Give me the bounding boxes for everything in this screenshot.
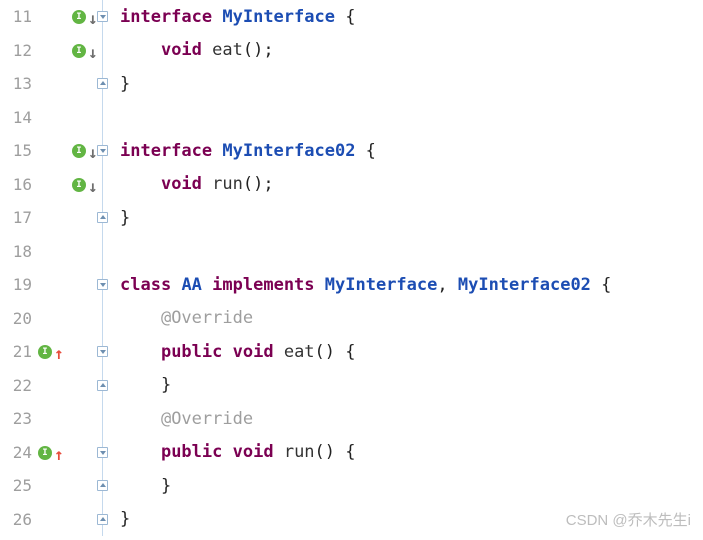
line-number: 19 [0,275,38,294]
arrow-up-icon: ↑ [54,344,64,363]
gutter [38,402,96,436]
fold-gutter [96,503,114,537]
code-content: interface MyInterface02 { [114,141,376,161]
line-number: 20 [0,309,38,328]
gutter [38,268,96,302]
fold-gutter [96,302,114,336]
fold-toggle-icon[interactable] [97,78,108,89]
code-line[interactable]: 16 I ↓ void run(); [0,168,703,202]
gutter: I ↓ [38,134,96,168]
code-content: } [114,509,130,529]
code-content: void eat(); [114,40,274,60]
line-number: 11 [0,7,38,26]
fold-gutter [96,168,114,202]
code-editor[interactable]: 11 I ↓ interface MyInterface { 12 I ↓ vo… [0,0,703,536]
line-number: 17 [0,208,38,227]
gutter [38,67,96,101]
line-number: 21 [0,342,38,361]
fold-gutter [96,369,114,403]
code-line[interactable]: 11 I ↓ interface MyInterface { [0,0,703,34]
fold-gutter [96,436,114,470]
code-line[interactable]: 24 I ↑ public void run() { [0,436,703,470]
fold-gutter [96,34,114,68]
code-line[interactable]: 12 I ↓ void eat(); [0,34,703,68]
implementing-icon[interactable]: I [38,446,52,460]
code-line[interactable]: 23 @Override [0,402,703,436]
fold-gutter [96,402,114,436]
implementing-icon[interactable]: I [38,345,52,359]
code-line[interactable]: 13 } [0,67,703,101]
gutter: I ↑ [38,335,96,369]
gutter [38,503,96,537]
fold-toggle-icon[interactable] [97,145,108,156]
line-number: 23 [0,409,38,428]
code-line[interactable]: 25 } [0,469,703,503]
implemented-icon[interactable]: I [72,44,86,58]
code-line[interactable]: 21 I ↑ public void eat() { [0,335,703,369]
code-line[interactable]: 15 I ↓ interface MyInterface02 { [0,134,703,168]
fold-gutter [96,0,114,34]
line-number: 18 [0,242,38,261]
gutter [38,369,96,403]
code-line[interactable]: 14 [0,101,703,135]
gutter: I ↓ [38,34,96,68]
gutter [38,235,96,269]
implemented-icon[interactable]: I [72,10,86,24]
code-content: @Override [114,409,253,429]
code-line[interactable]: 22 } [0,369,703,403]
implemented-icon[interactable]: I [72,178,86,192]
gutter [38,469,96,503]
gutter [38,201,96,235]
code-content: interface MyInterface { [114,7,355,27]
code-line[interactable]: 18 [0,235,703,269]
fold-toggle-icon[interactable] [97,380,108,391]
gutter [38,302,96,336]
arrow-up-icon: ↑ [54,445,64,464]
fold-gutter [96,201,114,235]
gutter: I ↑ [38,436,96,470]
gutter: I ↓ [38,0,96,34]
line-number: 15 [0,141,38,160]
watermark: CSDN @乔木先生i [566,509,691,530]
fold-gutter [96,268,114,302]
code-content: } [114,74,130,94]
code-content: public void run() { [114,442,356,462]
fold-toggle-icon[interactable] [97,480,108,491]
code-content: public void eat() { [114,342,356,362]
fold-gutter [96,134,114,168]
line-number: 25 [0,476,38,495]
line-number: 12 [0,41,38,60]
fold-gutter [96,335,114,369]
code-line[interactable]: 19 class AA implements MyInterface, MyIn… [0,268,703,302]
line-number: 26 [0,510,38,529]
line-number: 16 [0,175,38,194]
fold-toggle-icon[interactable] [97,212,108,223]
code-content: class AA implements MyInterface, MyInter… [114,275,611,295]
line-number: 24 [0,443,38,462]
code-content: void run(); [114,174,274,194]
code-line[interactable]: 17 } [0,201,703,235]
fold-toggle-icon[interactable] [97,514,108,525]
fold-toggle-icon[interactable] [97,279,108,290]
code-content: } [114,208,130,228]
fold-gutter [96,469,114,503]
fold-toggle-icon[interactable] [97,11,108,22]
gutter: I ↓ [38,168,96,202]
fold-gutter [96,101,114,135]
gutter [38,101,96,135]
line-number: 22 [0,376,38,395]
fold-toggle-icon[interactable] [97,447,108,458]
fold-toggle-icon[interactable] [97,346,108,357]
code-content: } [114,476,171,496]
code-content: } [114,375,171,395]
fold-gutter [96,67,114,101]
fold-gutter [96,235,114,269]
line-number: 13 [0,74,38,93]
code-content: @Override [114,308,253,328]
line-number: 14 [0,108,38,127]
code-line[interactable]: 20 @Override [0,302,703,336]
implemented-icon[interactable]: I [72,144,86,158]
